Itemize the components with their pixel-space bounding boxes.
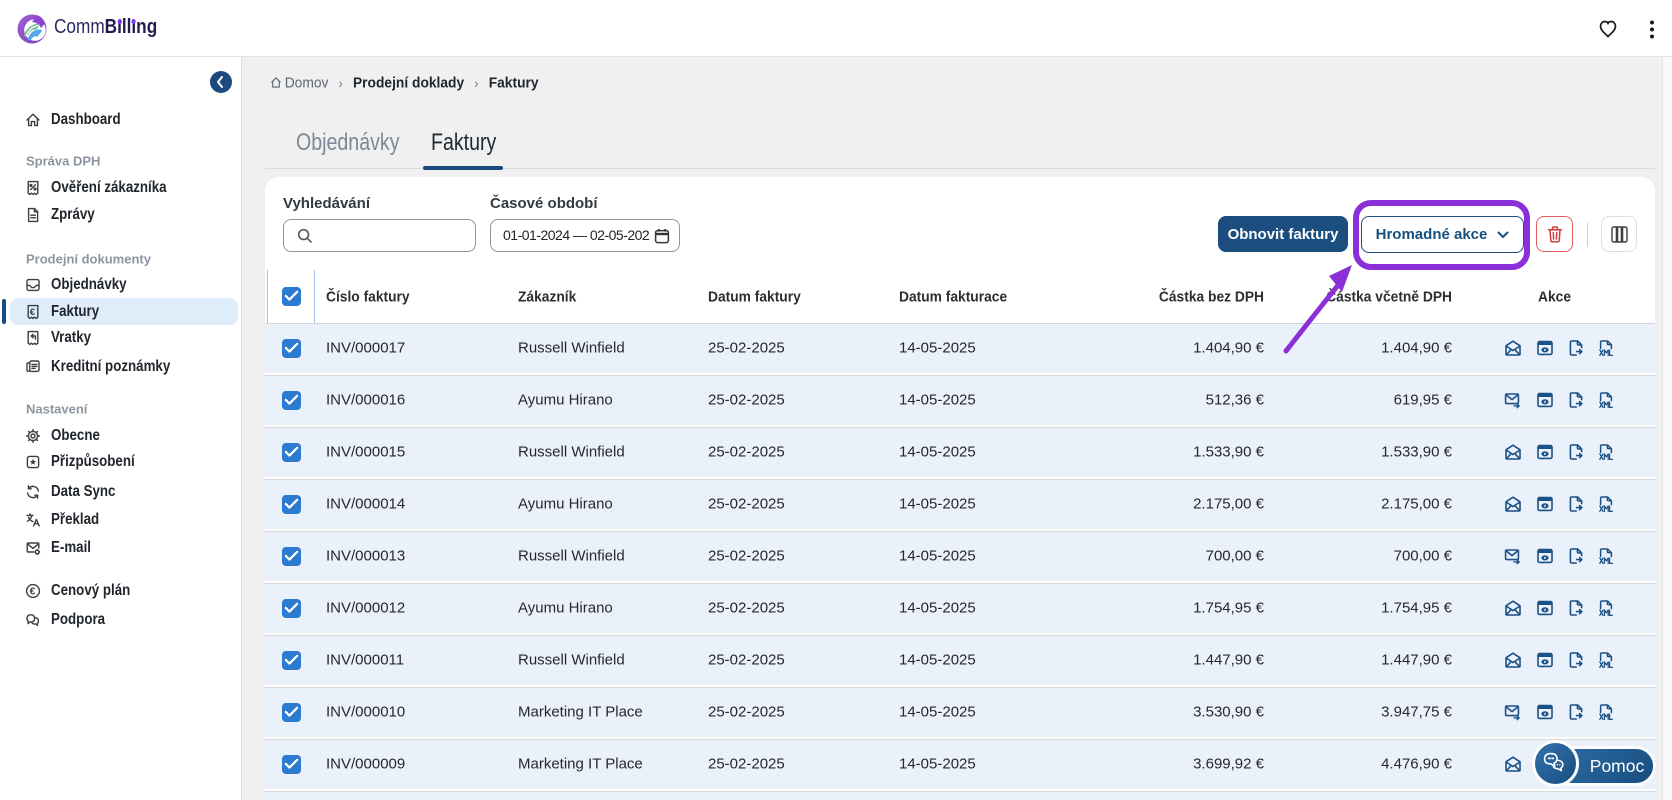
svg-text:€: € bbox=[30, 306, 36, 317]
svg-text:€: € bbox=[30, 587, 36, 598]
